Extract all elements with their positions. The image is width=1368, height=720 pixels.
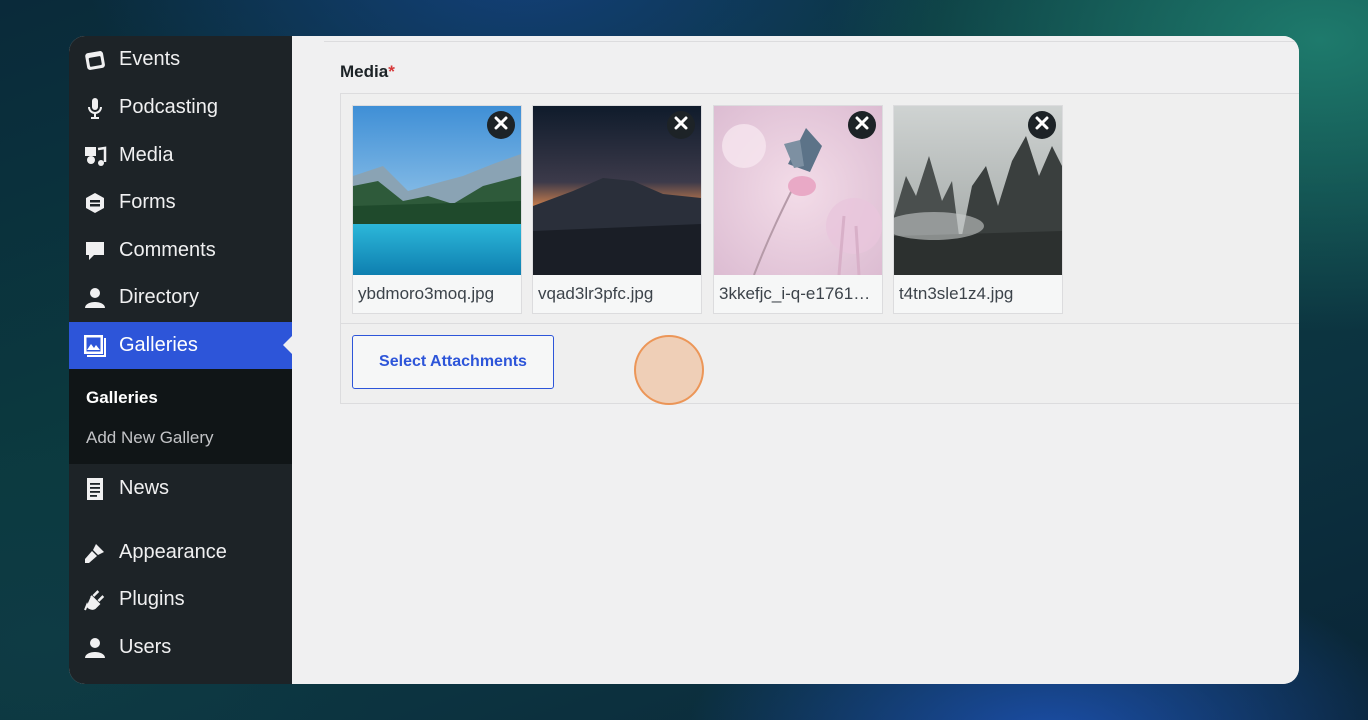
media-box-divider <box>341 323 1299 324</box>
main-content: Media* ybdmoro3moq.jpg vqad3lr3pfc.jpg 3… <box>292 36 1299 684</box>
calendar-icon <box>82 47 108 73</box>
microphone-icon <box>82 95 108 121</box>
close-icon <box>674 116 688 135</box>
attachment-filename: t4tn3sle1z4.jpg <box>899 284 1014 303</box>
attachment-item[interactable]: ybdmoro3moq.jpg <box>352 105 522 314</box>
attachment-item[interactable]: 3kkefjc_i-q-e1761… <box>713 105 883 314</box>
select-attachments-button[interactable]: Select Attachments <box>352 335 554 389</box>
admin-sidebar: Events Podcasting Media Forms Comments D… <box>69 36 292 684</box>
sidebar-item-users[interactable]: Users <box>69 624 292 671</box>
comment-icon <box>82 238 108 264</box>
sidebar-item-label: Galleries <box>119 334 198 356</box>
sidebar-item-label: Users <box>119 636 172 658</box>
attachment-filename: vqad3lr3pfc.jpg <box>538 284 654 303</box>
remove-attachment-button[interactable] <box>1028 111 1056 139</box>
sidebar-item-media[interactable]: Media <box>69 132 292 179</box>
sidebar-item-podcasting[interactable]: Podcasting <box>69 84 292 131</box>
forms-icon <box>82 190 108 216</box>
submenu-item-add-new-gallery[interactable]: Add New Gallery <box>86 428 214 448</box>
plug-icon <box>82 587 108 613</box>
users-icon <box>82 635 108 661</box>
sidebar-item-label: Events <box>119 48 181 70</box>
sidebar-item-appearance[interactable]: Appearance <box>69 529 292 576</box>
remove-attachment-button[interactable] <box>667 111 695 139</box>
attachment-filename: ybdmoro3moq.jpg <box>358 284 495 303</box>
sidebar-item-directory[interactable]: Directory <box>69 274 292 321</box>
sidebar-item-events[interactable]: Events <box>69 36 292 83</box>
sidebar-item-news[interactable]: News <box>69 465 292 512</box>
close-icon <box>1035 116 1049 135</box>
close-icon <box>494 116 508 135</box>
gallery-icon <box>82 333 108 359</box>
attachment-item[interactable]: t4tn3sle1z4.jpg <box>893 105 1063 314</box>
required-marker: * <box>388 62 395 81</box>
sidebar-item-galleries[interactable]: Galleries <box>69 322 292 369</box>
close-icon <box>855 116 869 135</box>
media-attachments-box: ybdmoro3moq.jpg vqad3lr3pfc.jpg 3kkefjc_… <box>340 93 1299 404</box>
sidebar-item-label: Podcasting <box>119 96 218 118</box>
sidebar-item-forms[interactable]: Forms <box>69 179 292 226</box>
sidebar-item-label: Forms <box>119 191 176 213</box>
submenu-item-galleries[interactable]: Galleries <box>86 388 158 408</box>
sidebar-item-label: Directory <box>119 286 200 308</box>
sidebar-item-comments[interactable]: Comments <box>69 227 292 274</box>
sidebar-item-label: Appearance <box>119 541 227 563</box>
remove-attachment-button[interactable] <box>848 111 876 139</box>
document-icon <box>82 476 108 502</box>
person-icon <box>82 285 108 311</box>
brush-icon <box>82 540 108 566</box>
galleries-submenu: Galleries Add New Gallery <box>69 369 292 464</box>
section-divider <box>324 41 1299 42</box>
admin-window: Events Podcasting Media Forms Comments D… <box>69 36 1299 684</box>
media-field-label: Media* <box>340 62 395 82</box>
attachment-item[interactable]: vqad3lr3pfc.jpg <box>532 105 702 314</box>
remove-attachment-button[interactable] <box>487 111 515 139</box>
media-icon <box>82 143 108 169</box>
media-label-text: Media <box>340 62 389 81</box>
sidebar-item-label: News <box>119 477 170 499</box>
sidebar-item-label: Media <box>119 144 174 166</box>
sidebar-item-label: Comments <box>119 239 216 261</box>
sidebar-item-plugins[interactable]: Plugins <box>69 576 292 623</box>
attachment-filename: 3kkefjc_i-q-e1761… <box>719 284 871 303</box>
sidebar-item-label: Plugins <box>119 588 185 610</box>
